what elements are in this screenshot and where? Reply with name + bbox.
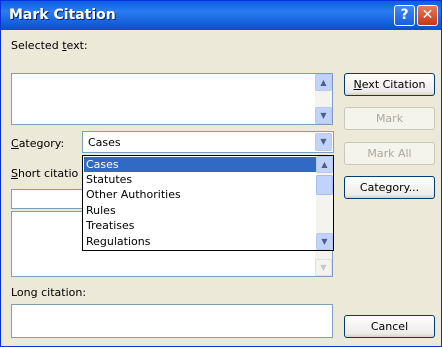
short-citation-label: Short citatio [11, 167, 79, 180]
category-dropdown-button[interactable]: ▼ [315, 133, 332, 151]
mark-all-button: Mark All [344, 142, 435, 165]
category-option-other-authorities[interactable]: Other Authorities [84, 187, 316, 202]
chevron-down-icon: ▼ [321, 237, 328, 246]
category-option-rules[interactable]: Rules [84, 203, 316, 218]
cancel-button[interactable]: Cancel [344, 315, 435, 338]
short-citation-field[interactable] [11, 189, 83, 209]
scroll-down-button: ▼ [315, 259, 332, 276]
category-option-regulations[interactable]: Regulations [84, 234, 316, 249]
title-bar[interactable]: Mark Citation ? ✕ [1, 1, 441, 30]
scroll-down-button[interactable]: ▼ [315, 107, 332, 124]
long-citation-field[interactable] [11, 304, 333, 338]
help-icon: ? [400, 7, 409, 23]
category-list-scrollbar[interactable]: ▲ ▼ [316, 156, 333, 250]
chevron-up-icon: ▲ [321, 160, 328, 169]
category-option-statutes[interactable]: Statutes [84, 172, 316, 187]
category-dropdown-list[interactable]: Cases Statutes Other Authorities Rules T… [82, 155, 334, 251]
help-button[interactable]: ? [394, 5, 415, 26]
scroll-down-button[interactable]: ▼ [316, 233, 333, 250]
category-option-treatises[interactable]: Treatises [84, 218, 316, 233]
chevron-down-icon: ▼ [320, 263, 327, 272]
scroll-thumb[interactable] [316, 175, 333, 195]
close-icon: ✕ [421, 7, 434, 23]
chevron-down-icon: ▼ [320, 111, 327, 120]
mark-citation-dialog: Mark Citation ? ✕ Selected text: ▲ ▼ Cat… [0, 0, 442, 347]
category-button[interactable]: Category... [344, 176, 435, 199]
selected-text-field[interactable]: ▲ ▼ [11, 73, 333, 125]
category-label: Category: [11, 137, 65, 150]
category-combobox[interactable]: Cases ▼ [82, 131, 334, 153]
selected-text-scrollbar[interactable]: ▲ ▼ [315, 74, 332, 124]
category-option-cases[interactable]: Cases [84, 157, 316, 172]
chevron-down-icon: ▼ [320, 137, 327, 146]
long-citation-label: Long citation: [11, 286, 87, 299]
next-citation-button[interactable]: Next Citation [344, 73, 435, 96]
mark-button: Mark [344, 107, 435, 130]
dialog-title: Mark Citation [9, 7, 116, 23]
scroll-up-button[interactable]: ▲ [315, 74, 332, 91]
chevron-up-icon: ▲ [320, 78, 327, 87]
category-selected-value: Cases [88, 136, 121, 149]
selected-text-label: Selected text: [11, 39, 88, 52]
scroll-up-button[interactable]: ▲ [316, 156, 333, 173]
close-button[interactable]: ✕ [417, 5, 438, 26]
